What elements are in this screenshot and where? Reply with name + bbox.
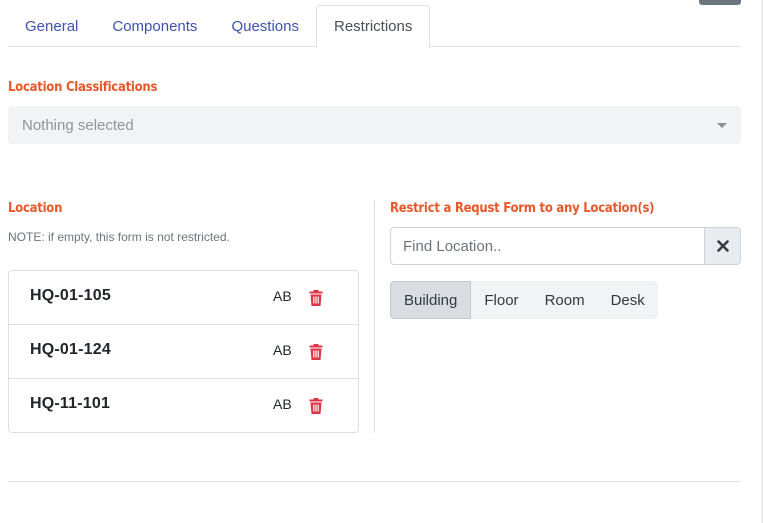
restrict-label: Restrict a Requst Form to any Location(s… — [390, 201, 655, 216]
list-item: HQ-01-105 AB — [9, 271, 358, 325]
trash-icon[interactable] — [309, 344, 323, 360]
tab-restrictions[interactable]: Restrictions — [315, 5, 431, 48]
list-item: HQ-11-101 AB — [9, 379, 358, 433]
location-name: HQ-01-105 — [30, 287, 111, 304]
caret-down-icon — [717, 123, 727, 128]
location-code: AB — [273, 288, 292, 304]
location-label: Location — [8, 201, 63, 216]
location-name: HQ-11-101 — [30, 395, 111, 412]
trash-icon[interactable] — [309, 398, 323, 414]
bottom-divider — [8, 481, 741, 482]
filter-building-button[interactable]: Building — [390, 281, 472, 319]
clear-search-button[interactable] — [704, 227, 741, 265]
tab-bar: General Components Questions Restriction… — [8, 5, 741, 48]
trash-icon[interactable] — [309, 290, 323, 306]
tab-general[interactable]: General — [8, 5, 95, 47]
location-type-filter: Building Floor Room Desk — [390, 281, 658, 319]
select-value: Nothing selected — [22, 116, 134, 134]
location-classifications-select[interactable]: Nothing selected — [8, 106, 741, 144]
close-icon — [716, 240, 729, 252]
filter-floor-button[interactable]: Floor — [471, 281, 531, 319]
tab-questions[interactable]: Questions — [214, 5, 316, 47]
location-code: AB — [273, 396, 292, 412]
location-classifications-label: Location Classifications — [8, 80, 158, 95]
find-location-group — [390, 227, 741, 265]
find-location-input[interactable] — [390, 227, 705, 265]
filter-room-button[interactable]: Room — [532, 281, 598, 319]
list-item: HQ-01-124 AB — [9, 325, 358, 379]
filter-desk-button[interactable]: Desk — [598, 281, 658, 319]
column-divider — [374, 201, 375, 433]
location-code: AB — [273, 342, 292, 358]
location-name: HQ-01-124 — [30, 341, 111, 358]
location-list: HQ-01-105 AB HQ-01-124 AB HQ-11-101 AB — [8, 270, 359, 433]
tab-components[interactable]: Components — [95, 5, 214, 47]
location-note: NOTE: if empty, this form is not restric… — [8, 230, 230, 244]
